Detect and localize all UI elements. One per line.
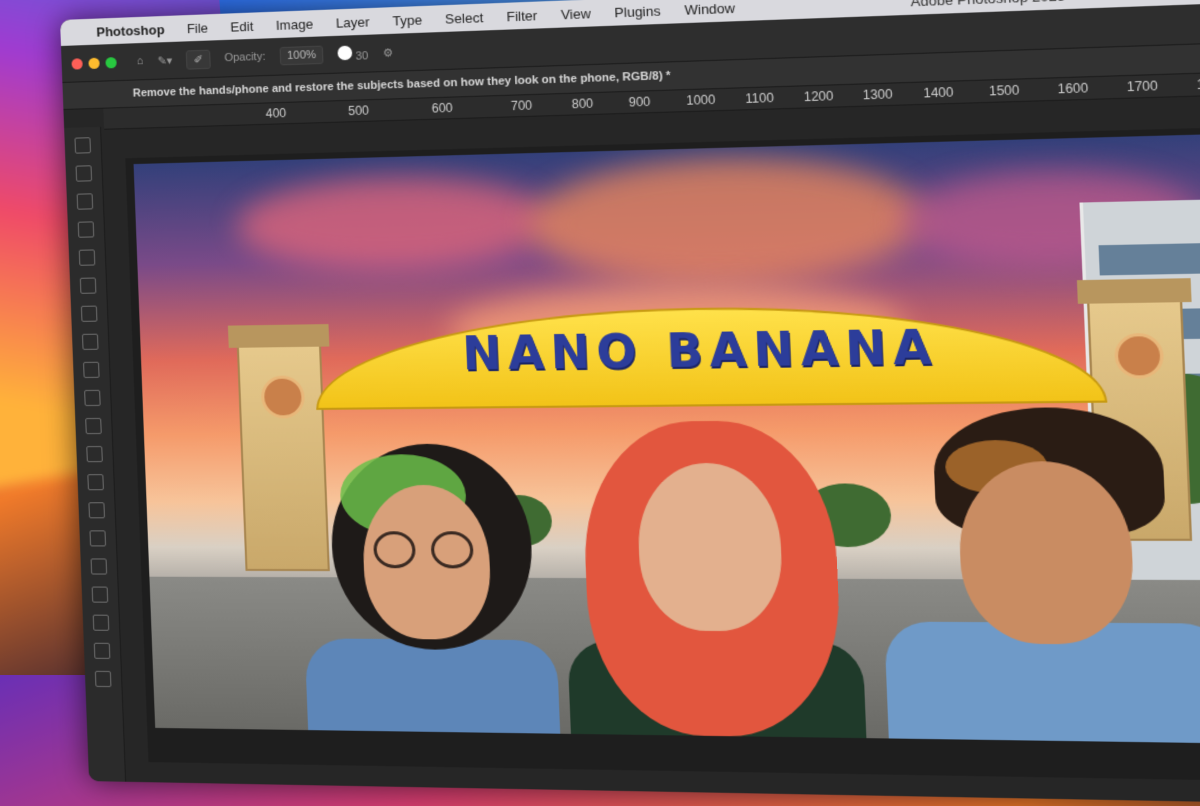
ruler-tick: 1500 (988, 82, 1020, 99)
menu-type[interactable]: Type (392, 12, 422, 28)
glasses-left-lens (372, 531, 417, 569)
type-tool-icon[interactable] (91, 586, 109, 603)
crop-tool-icon[interactable] (78, 249, 96, 266)
sign-text: NANO BANANA (461, 321, 940, 381)
ruler-tick: 800 (571, 96, 594, 112)
tool-preset-icon[interactable]: ✎▾ (157, 54, 172, 68)
menu-select[interactable]: Select (445, 9, 484, 26)
eraser-tool-icon[interactable] (86, 446, 103, 463)
opacity-label: Opacity: (224, 50, 266, 65)
menu-edit[interactable]: Edit (230, 18, 253, 34)
lasso-tool-icon[interactable] (76, 193, 94, 210)
brush-size-value: 30 (355, 49, 369, 63)
dodge-tool-icon[interactable] (89, 530, 107, 547)
ruler-tick: 1800 (1196, 76, 1200, 93)
pillar-cap (1076, 278, 1192, 304)
photoshop-window: Photoshop File Edit Image Layer Type Sel… (60, 0, 1200, 806)
menu-file[interactable]: File (187, 20, 209, 36)
ruler-tick: 1600 (1057, 80, 1089, 97)
move-tool-icon[interactable] (74, 137, 92, 154)
menu-view[interactable]: View (560, 5, 591, 22)
person-middle (559, 420, 869, 745)
marquee-tool-icon[interactable] (75, 165, 93, 182)
menu-layer[interactable]: Layer (335, 14, 369, 31)
ruler-tick: 400 (265, 105, 287, 121)
maximize-icon[interactable] (105, 56, 117, 68)
ruler-tick: 900 (628, 94, 651, 110)
path-select-tool-icon[interactable] (92, 614, 110, 631)
ruler-tick: 1100 (745, 90, 775, 107)
shape-tool-icon[interactable] (93, 642, 111, 659)
history-brush-tool-icon[interactable] (85, 417, 102, 435)
settings-gear-icon[interactable]: ⚙ (383, 46, 394, 60)
clone-stamp-tool-icon[interactable] (84, 389, 101, 407)
ruler-tick: 1400 (923, 84, 954, 101)
blur-tool-icon[interactable] (88, 502, 106, 519)
pillar-medallion (260, 375, 306, 419)
sky-cloud (526, 152, 927, 288)
window-controls (71, 56, 117, 70)
person-left (297, 443, 562, 745)
ruler-tick: 1700 (1126, 78, 1159, 95)
ruler-tick: 1200 (803, 88, 834, 105)
menu-window[interactable]: Window (684, 0, 735, 17)
close-icon[interactable] (71, 57, 83, 70)
ruler-tick: 500 (347, 103, 370, 119)
pen-tool-icon[interactable] (90, 558, 108, 575)
frame-tool-icon[interactable] (79, 277, 97, 294)
eyedropper-tool-icon[interactable] (80, 305, 98, 322)
person-right (875, 406, 1200, 745)
gradient-tool-icon[interactable] (87, 474, 104, 491)
brush-size-picker[interactable]: 30 (337, 44, 369, 63)
building-window (1098, 242, 1200, 276)
hand-tool-icon[interactable] (94, 670, 112, 688)
ruler-tick: 600 (431, 100, 454, 116)
menu-plugins[interactable]: Plugins (614, 3, 661, 20)
brush-mode-button[interactable]: ✐ (186, 49, 211, 70)
minimize-icon[interactable] (88, 57, 100, 69)
healing-brush-tool-icon[interactable] (81, 333, 99, 350)
menu-image[interactable]: Image (276, 16, 314, 33)
menu-filter[interactable]: Filter (506, 7, 537, 24)
sky-cloud (235, 173, 553, 273)
ruler-tick: 1300 (862, 86, 893, 103)
brush-tool-icon[interactable] (83, 361, 100, 378)
object-select-tool-icon[interactable] (77, 221, 95, 238)
denim-jacket (304, 638, 562, 745)
menu-app-name[interactable]: Photoshop (96, 22, 165, 40)
opacity-field[interactable]: 100% (279, 45, 324, 66)
ruler-tick: 1000 (685, 92, 716, 108)
brush-tip-icon (337, 45, 353, 60)
glasses-right-lens (430, 531, 474, 569)
pillar-medallion (1113, 332, 1165, 379)
document-canvas-area[interactable]: NANO BANANA (125, 125, 1200, 783)
document-image[interactable]: NANO BANANA (133, 133, 1200, 745)
home-icon[interactable]: ⌂ (136, 55, 143, 67)
ruler-tick: 700 (510, 98, 533, 114)
window-title: Adobe Photoshop 2025 (910, 0, 1065, 9)
